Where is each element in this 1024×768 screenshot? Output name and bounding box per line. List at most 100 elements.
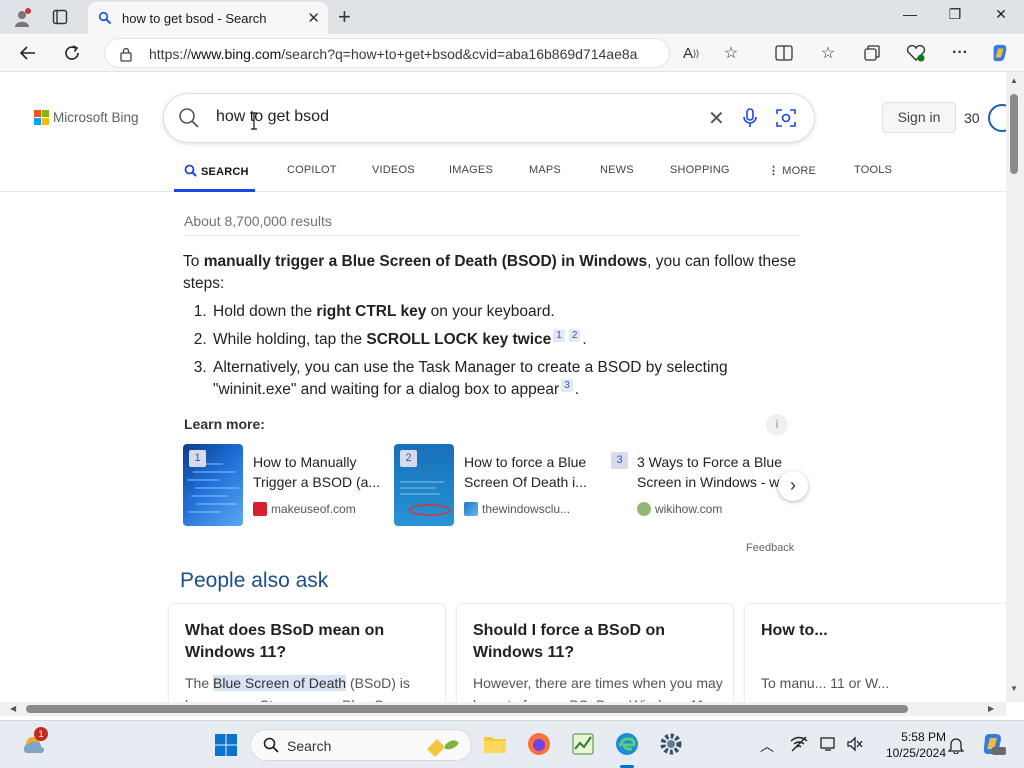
vertical-scroll-thumb[interactable] <box>1010 94 1018 174</box>
info-icon[interactable]: i <box>766 414 788 436</box>
search-query-text[interactable]: how to get bsod <box>216 108 329 126</box>
more-options-icon[interactable]: ··· <box>950 43 970 63</box>
clear-search-icon[interactable]: ✕ <box>708 106 725 131</box>
search-nav-tabs: SEARCH COPILOT VIDEOS IMAGES MAPS NEWS S… <box>0 158 1006 192</box>
search-favicon-icon <box>98 11 112 25</box>
search-highlight-icon <box>423 735 463 762</box>
vertical-scrollbar[interactable]: ▲ ▼ <box>1006 72 1024 702</box>
card-source: wikihow.com <box>637 502 722 516</box>
wikihow-favicon-icon <box>637 502 651 516</box>
search-icon[interactable] <box>178 107 200 134</box>
favorite-star-icon[interactable]: ☆ <box>721 43 741 63</box>
card-number: 2 <box>400 450 417 467</box>
back-icon[interactable] <box>18 43 38 63</box>
clock-time: 5:58 PM <box>901 730 946 744</box>
edge-icon[interactable] <box>614 731 640 757</box>
paa-question[interactable]: How to... <box>761 620 1006 642</box>
firefox-icon[interactable] <box>526 731 552 757</box>
learn-more-card[interactable]: 2 How to force a Blue Screen Of Death i.… <box>394 444 594 526</box>
split-screen-icon[interactable] <box>774 43 794 63</box>
card-title[interactable]: 3 Ways to Force a Blue Screen in Windows… <box>637 452 785 492</box>
paa-card[interactable]: How to... To manu... 11 or W... <box>744 603 1006 702</box>
browser-tab[interactable]: how to get bsod - Search ✕ <box>88 2 328 34</box>
paa-answer: To manu... 11 or W... <box>761 675 890 691</box>
paa-card[interactable]: What does BSoD mean on Windows 11? The B… <box>168 603 446 702</box>
rewards-icon[interactable] <box>988 104 1006 132</box>
profile-icon[interactable] <box>12 8 32 28</box>
minimize-button[interactable]: — <box>895 6 925 22</box>
display-icon[interactable] <box>820 736 838 755</box>
carousel-next-button[interactable]: › <box>778 471 808 501</box>
paa-answer: However, there are times when you may ha… <box>473 675 723 702</box>
learn-more-card[interactable]: 1 How to Manually Trigger a BSOD (a... m… <box>183 444 383 526</box>
scroll-right-arrow-icon[interactable]: ▶ <box>988 704 994 713</box>
scroll-left-arrow-icon[interactable]: ◀ <box>10 704 16 713</box>
paa-question[interactable]: What does BSoD mean on Windows 11? <box>185 620 435 664</box>
browser-tab-bar: how to get bsod - Search ✕ + — ❐ ✕ <box>0 0 1024 34</box>
card-title[interactable]: How to force a Blue Screen Of Death i... <box>464 452 594 492</box>
taskbar-clock[interactable]: 5:58 PM 10/25/2024 <box>872 729 946 761</box>
makeuseof-favicon-icon <box>253 502 267 516</box>
taskbar-search-label: Search <box>287 738 332 754</box>
show-hidden-icons-icon[interactable]: ︿ <box>760 736 774 756</box>
tab-videos[interactable]: VIDEOS <box>372 164 415 176</box>
sign-in-button[interactable]: Sign in <box>882 102 956 133</box>
card-number: 1 <box>189 450 206 467</box>
browser-toolbar: https://www.bing.com/search?q=how+to+get… <box>0 34 1024 72</box>
browser-essentials-icon[interactable] <box>906 43 926 63</box>
tab-shopping[interactable]: SHOPPING <box>670 164 730 176</box>
rewards-points[interactable]: 30 <box>964 110 980 126</box>
tab-news[interactable]: NEWS <box>600 164 634 176</box>
task-manager-icon[interactable] <box>570 731 596 757</box>
tab-more[interactable]: ⋮ MORE <box>768 164 816 177</box>
paa-answer: The Blue Screen of Death (BSoD) is known… <box>185 675 430 702</box>
start-windows-icon[interactable] <box>214 733 238 757</box>
citation-badge[interactable]: 1 <box>553 329 565 342</box>
lock-icon[interactable] <box>119 46 133 67</box>
address-bar[interactable]: https://www.bing.com/search?q=how+to+get… <box>104 38 670 68</box>
favorites-icon[interactable]: ☆ <box>818 43 838 63</box>
close-window-button[interactable]: ✕ <box>986 6 1016 23</box>
tab-tools[interactable]: TOOLS <box>854 164 892 176</box>
visual-search-icon[interactable] <box>776 108 796 133</box>
taskbar-search[interactable]: Search <box>250 729 472 761</box>
citation-badge[interactable]: 2 <box>568 329 581 342</box>
search-box[interactable]: how to get bsod ✕ <box>164 94 814 142</box>
read-aloud-icon[interactable]: A)) <box>681 43 701 63</box>
tab-search[interactable]: SEARCH <box>184 164 249 178</box>
scroll-up-arrow-icon[interactable]: ▲ <box>1010 76 1018 85</box>
new-tab-button[interactable]: + <box>338 4 358 30</box>
settings-gear-icon[interactable] <box>658 731 684 757</box>
tab-maps[interactable]: MAPS <box>529 164 561 176</box>
clock-date: 10/25/2024 <box>885 746 946 760</box>
tab-images[interactable]: IMAGES <box>449 164 493 176</box>
more-dots-icon: ⋮ <box>768 165 780 177</box>
horizontal-scroll-thumb[interactable] <box>26 705 908 713</box>
card-title[interactable]: How to Manually Trigger a BSOD (a... <box>253 452 383 492</box>
copilot-preview-icon[interactable] <box>980 731 1006 757</box>
notifications-bell-icon[interactable] <box>947 736 965 757</box>
feedback-link[interactable]: Feedback <box>746 542 794 554</box>
tab-actions-icon[interactable] <box>52 9 68 25</box>
bing-logo[interactable]: Microsoft Bing <box>34 110 139 125</box>
restore-button[interactable]: ❐ <box>940 6 970 23</box>
copilot-icon[interactable] <box>990 43 1010 63</box>
active-tab-indicator <box>174 189 255 192</box>
weather-widget-icon[interactable]: 1 <box>20 727 48 757</box>
horizontal-scrollbar[interactable]: ◀ ▶ <box>0 702 1006 716</box>
learn-more-card[interactable]: 3 3 Ways to Force a Blue Screen in Windo… <box>605 444 785 526</box>
copilot-answer: To manually trigger a Blue Screen of Dea… <box>183 251 803 407</box>
tab-close-icon[interactable]: ✕ <box>307 9 320 27</box>
volume-muted-icon[interactable] <box>846 736 864 755</box>
paa-question[interactable]: Should I force a BSoD on Windows 11? <box>473 620 723 664</box>
collections-icon[interactable] <box>862 43 882 63</box>
network-icon[interactable] <box>790 736 808 755</box>
refresh-icon[interactable] <box>62 43 82 63</box>
windows-taskbar: 1 Search ︿ 5:58 PM 10/25/2024 <box>0 720 1024 768</box>
scroll-down-arrow-icon[interactable]: ▼ <box>1010 684 1018 693</box>
paa-card[interactable]: Should I force a BSoD on Windows 11? How… <box>456 603 734 702</box>
file-explorer-icon[interactable] <box>482 731 508 757</box>
tab-copilot[interactable]: COPILOT <box>287 164 337 176</box>
microphone-icon[interactable] <box>742 108 758 133</box>
citation-badge[interactable]: 3 <box>561 379 573 392</box>
